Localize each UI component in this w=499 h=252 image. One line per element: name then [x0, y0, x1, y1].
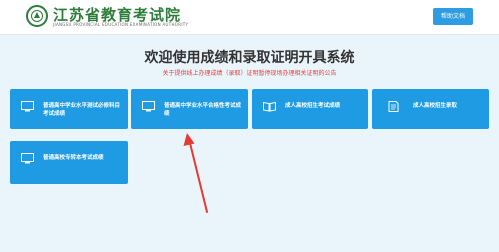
card-label: 普通高中学业水平合格性考试成绩	[164, 103, 242, 117]
book-icon	[263, 101, 276, 112]
logo-icon	[26, 5, 48, 27]
card-label: 成人高校招生录取	[413, 103, 458, 109]
site-subtitle: JIANGSU PROVINCIAL EDUCATION EXAMINATION…	[53, 22, 189, 27]
card-label: 普通高中学业水平测试必修科目考试成绩	[43, 103, 121, 117]
header-bar: 江苏省教育考试院 JIANGSU PROVINCIAL EDUCATION EX…	[0, 0, 499, 35]
card-adult-admission[interactable]: 成人高校招生录取	[372, 89, 489, 129]
card-academic-test-required[interactable]: 普通高中学业水平测试必修科目考试成绩	[10, 89, 128, 129]
notice-link[interactable]: 关于提供线上办理成绩（录取）证明暂停现场办理相关证明的公告	[0, 68, 499, 77]
card-label: 成人高校招生考试成绩	[285, 103, 341, 109]
monitor-icon	[142, 101, 155, 112]
card-label: 普通高校专转本考试成绩	[43, 155, 104, 161]
card-academic-test-qualifying[interactable]: 普通高中学业水平合格性考试成绩	[131, 89, 248, 129]
page-title: 欢迎使用成绩和录取证明开具系统	[144, 50, 355, 66]
monitor-icon	[21, 153, 34, 164]
card-college-upgrade-exam[interactable]: 普通高校专转本考试成绩	[10, 141, 128, 184]
help-docs-button[interactable]: 帮助文档	[433, 8, 473, 25]
document-icon	[388, 101, 399, 112]
monitor-icon	[21, 101, 34, 112]
card-adult-exam-score[interactable]: 成人高校招生考试成绩	[252, 89, 368, 129]
